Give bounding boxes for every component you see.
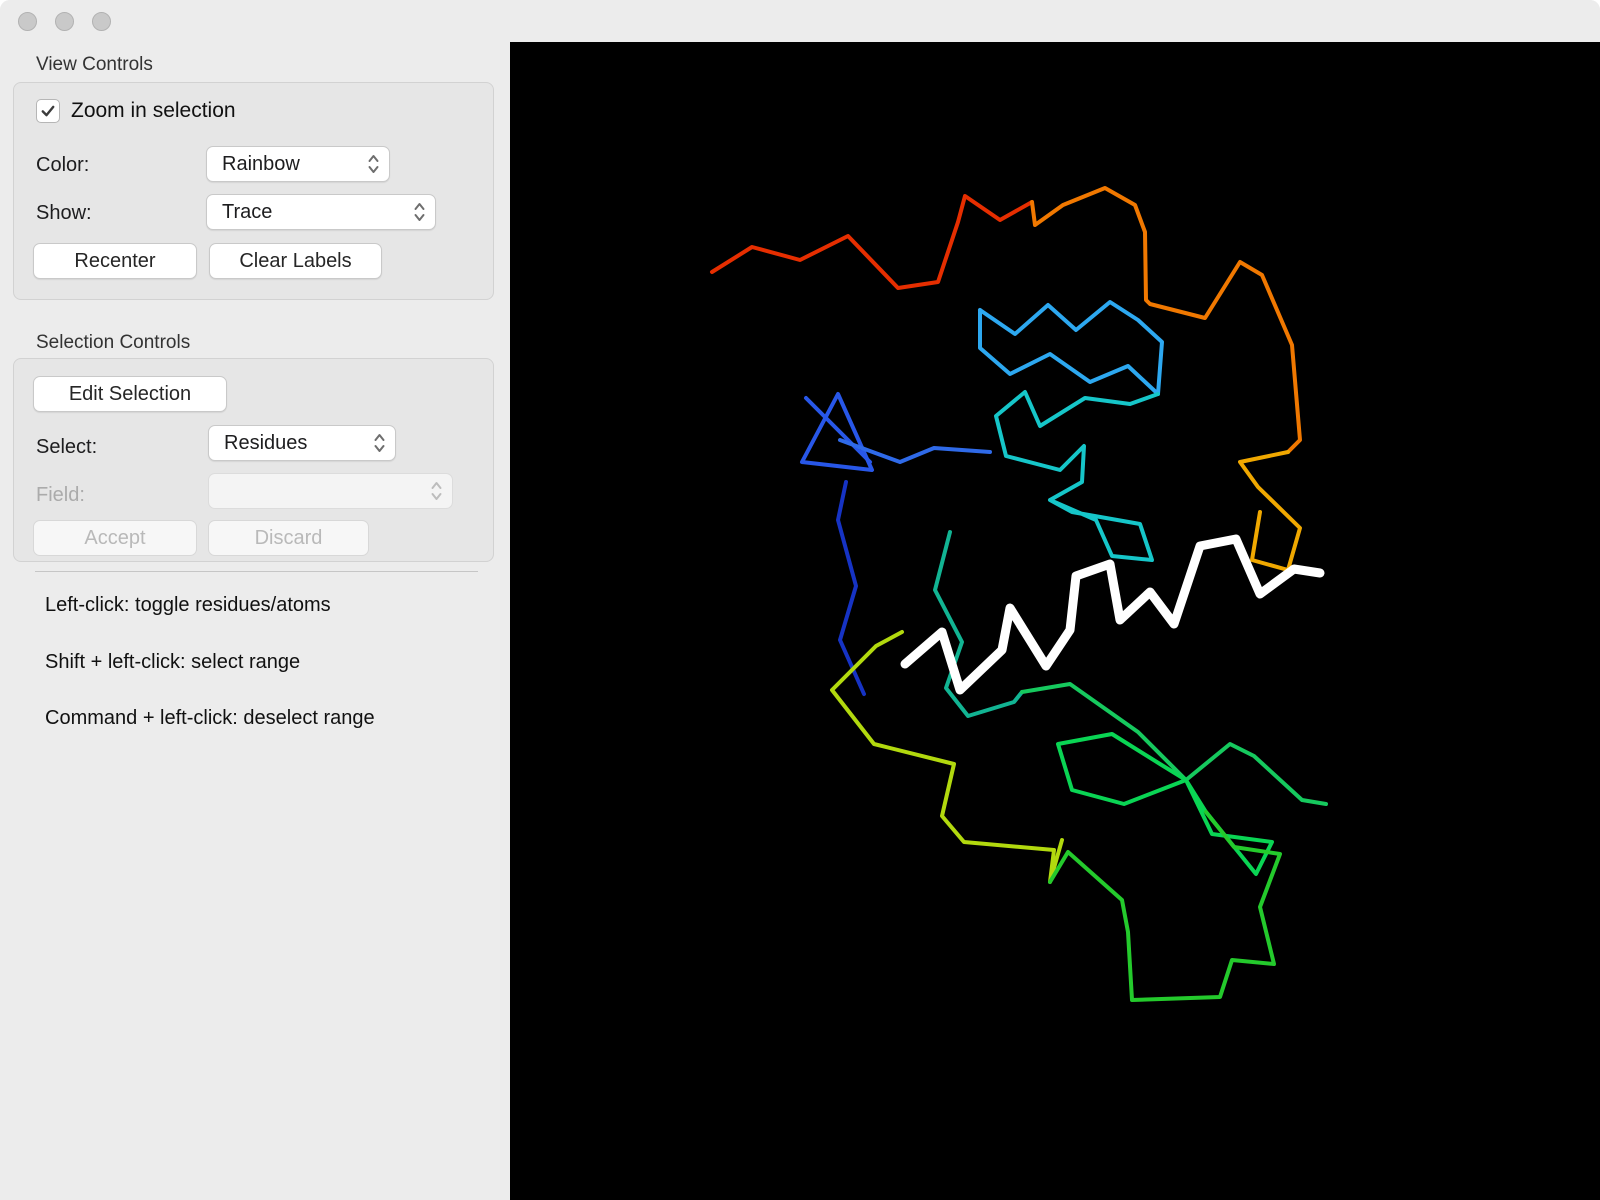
- show-dropdown[interactable]: Trace: [206, 194, 436, 230]
- help-command-click: Command + left-click: deselect range: [45, 707, 375, 729]
- clear-labels-button[interactable]: Clear Labels: [209, 243, 382, 279]
- discard-button: Discard: [208, 520, 369, 556]
- field-label: Field:: [36, 484, 85, 506]
- minimize-button[interactable]: [55, 12, 74, 31]
- traffic-lights: [18, 12, 111, 31]
- show-label: Show:: [36, 202, 92, 224]
- select-dropdown[interactable]: Residues: [208, 425, 396, 461]
- help-left-click: Left-click: toggle residues/atoms: [45, 594, 331, 616]
- selection-controls-groupbox: Edit Selection Select: Residues Field: A…: [13, 358, 494, 562]
- zoom-in-selection-checkbox[interactable]: [36, 99, 60, 123]
- color-label: Color:: [36, 154, 90, 176]
- accept-button: Accept: [33, 520, 197, 556]
- sidebar: View Controls Zoom in selection Color: R…: [0, 42, 510, 1200]
- sidebar-divider: [35, 571, 478, 572]
- color-dropdown[interactable]: Rainbow: [206, 146, 390, 182]
- selection-controls-title: Selection Controls: [36, 332, 191, 353]
- titlebar: [0, 0, 1600, 42]
- zoom-button[interactable]: [92, 12, 111, 31]
- molecule-trace-svg: [710, 186, 1328, 1002]
- help-shift-click: Shift + left-click: select range: [45, 651, 301, 673]
- close-button[interactable]: [18, 12, 37, 31]
- view-controls-groupbox: Zoom in selection Color: Rainbow Show: T…: [13, 82, 494, 300]
- select-dropdown-value: Residues: [224, 431, 308, 454]
- app-window: View Controls Zoom in selection Color: R…: [0, 0, 1600, 1200]
- updown-chevrons-icon: [374, 434, 385, 452]
- recenter-button[interactable]: Recenter: [33, 243, 197, 279]
- field-dropdown: [208, 473, 453, 509]
- updown-chevrons-icon: [431, 482, 442, 500]
- molecule-viewport[interactable]: [510, 42, 1600, 1200]
- updown-chevrons-icon: [368, 155, 379, 173]
- zoom-in-selection-row: Zoom in selection: [36, 99, 236, 123]
- color-dropdown-value: Rainbow: [222, 152, 300, 175]
- select-label: Select:: [36, 436, 98, 458]
- edit-selection-button[interactable]: Edit Selection: [33, 376, 227, 412]
- zoom-in-selection-label: Zoom in selection: [71, 99, 236, 122]
- view-controls-title: View Controls: [36, 54, 153, 75]
- show-dropdown-value: Trace: [222, 200, 273, 223]
- updown-chevrons-icon: [414, 203, 425, 221]
- checkmark-icon: [41, 105, 55, 117]
